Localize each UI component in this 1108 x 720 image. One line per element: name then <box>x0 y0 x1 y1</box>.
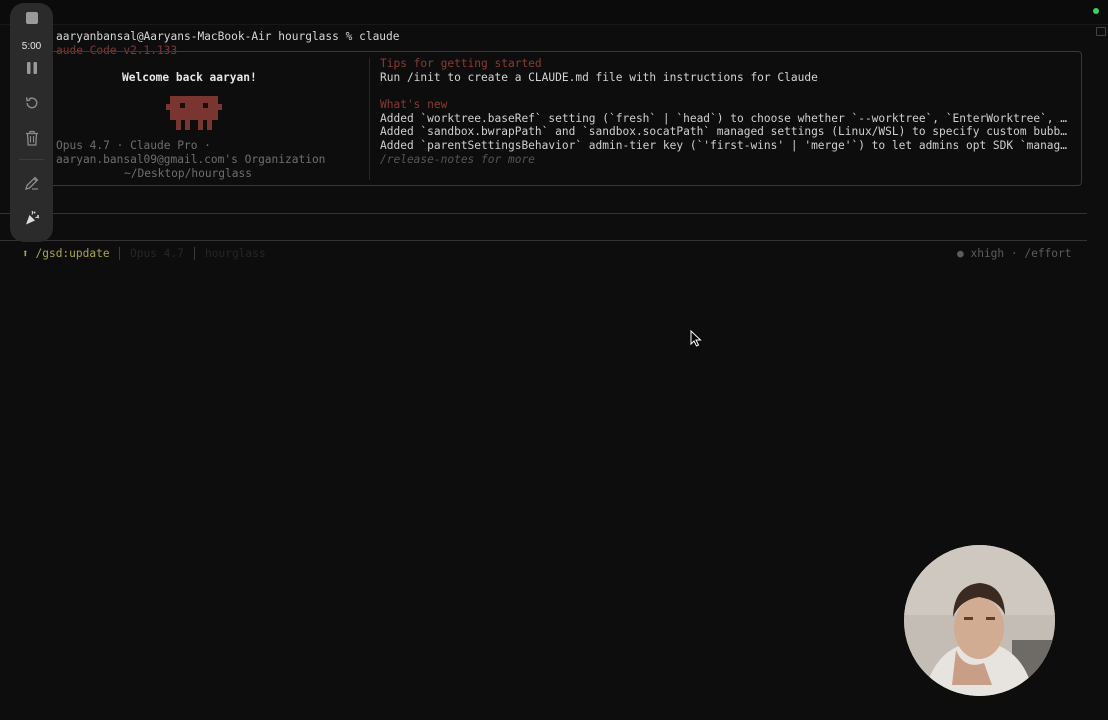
mouse-cursor-icon <box>690 330 702 347</box>
presenter-video-icon <box>904 545 1055 696</box>
tips-heading: Tips for getting started <box>380 57 542 70</box>
status-separator <box>194 247 195 260</box>
webcam-overlay[interactable] <box>904 545 1055 696</box>
trash-icon <box>25 130 38 146</box>
stop-icon <box>25 12 38 24</box>
claude-mascot-icon <box>166 96 222 130</box>
update-command: /gsd:update <box>35 247 110 260</box>
shell-prompt-line: aaryanbansal@Aaryans-MacBook-Air hourgla… <box>56 30 400 43</box>
status-model: Opus 4.7 <box>130 247 184 260</box>
stop-recording-button[interactable] <box>10 6 53 30</box>
effects-button[interactable] <box>10 206 53 230</box>
whats-new-heading: What's new <box>380 98 448 111</box>
welcome-title: Welcome back aaryan! <box>122 71 257 84</box>
pause-button[interactable] <box>10 56 53 80</box>
status-folder: hourglass <box>205 247 266 260</box>
news-item: Added `sandbox.bwrapPath` and `sandbox.s… <box>380 125 1068 138</box>
news-item: Added `worktree.baseRef` setting (`fresh… <box>380 112 1068 125</box>
confetti-icon <box>25 210 39 225</box>
pause-icon <box>26 62 37 74</box>
news-item: Added `parentSettingsBehavior` admin-tie… <box>380 139 1068 152</box>
restart-icon <box>25 97 37 109</box>
draw-button[interactable] <box>10 171 53 195</box>
release-notes-link[interactable]: /release-notes for more <box>380 153 535 167</box>
pen-icon <box>24 176 38 190</box>
restart-button[interactable] <box>10 91 53 115</box>
prompt-input[interactable] <box>54 215 1084 239</box>
window-icon[interactable] <box>1096 27 1106 36</box>
input-bottom-border <box>0 240 1087 241</box>
effort-indicator[interactable]: ● xhigh · /effort <box>957 247 1072 261</box>
status-separator <box>119 247 120 260</box>
tips-text: Run /init to create a CLAUDE.md file wit… <box>380 71 818 84</box>
input-top-border <box>0 213 1087 214</box>
delete-button[interactable] <box>10 126 53 150</box>
toolbar-divider <box>19 159 44 160</box>
org-info: aaryan.bansal09@gmail.com's Organization <box>56 153 326 166</box>
status-dot <box>1093 8 1099 14</box>
title-bar <box>0 0 1108 25</box>
panel-divider <box>369 58 370 180</box>
update-indicator[interactable]: ⬆ /gsd:update <box>22 247 110 261</box>
model-info: Opus 4.7 · Claude Pro · <box>56 139 211 152</box>
cwd-info: ~/Desktop/hourglass <box>124 167 252 180</box>
recording-toolbar: 5:00 <box>10 3 53 242</box>
recording-timer: 5:00 <box>21 41 42 52</box>
